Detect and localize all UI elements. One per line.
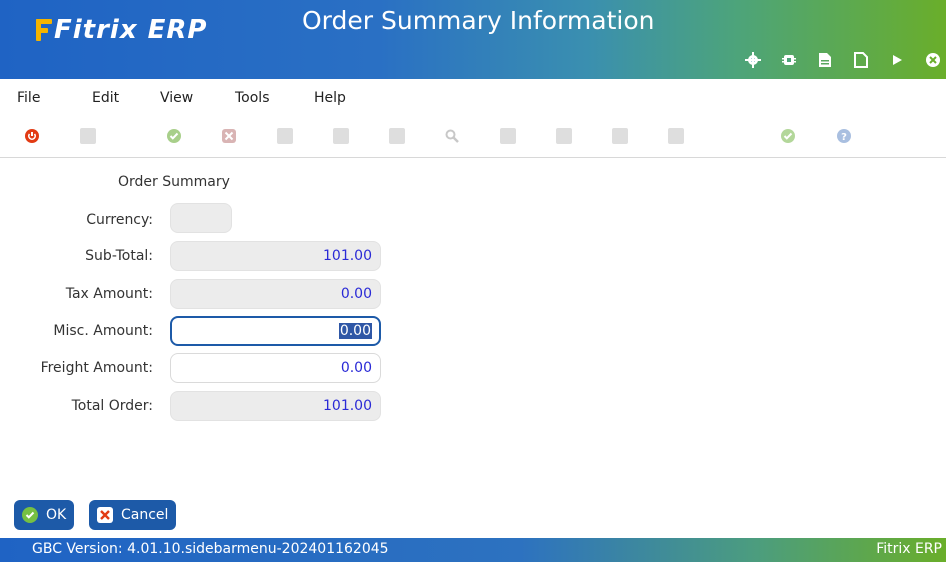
fitrix-logo: Fitrix ERP [36,10,207,50]
pages-icon[interactable] [333,128,349,144]
close-circle-icon[interactable] [920,47,946,73]
check-icon [22,507,38,523]
gbc-version: GBC Version: 4.01.10.sidebarmenu-2024011… [32,541,389,557]
cpu-icon[interactable] [776,47,802,73]
misc-amount-value: 0.00 [338,323,372,339]
svg-text:?: ? [841,132,847,143]
cancel-x-icon [97,507,113,523]
misc-amount-field[interactable]: 0.00 [170,316,381,346]
page-icon[interactable] [277,128,293,144]
gear-icon[interactable] [740,47,766,73]
check-icon[interactable] [780,128,796,144]
status-bar: GBC Version: 4.01.10.sidebarmenu-2024011… [0,538,946,562]
total-order-label: Total Order: [71,398,153,414]
menu-help[interactable]: Help [314,90,346,106]
menu-tools[interactable]: Tools [235,90,270,106]
document-icon[interactable] [812,47,838,73]
currency-label: Currency: [86,212,153,228]
help-icon[interactable]: ? [836,128,852,144]
accept-icon[interactable] [166,128,182,144]
power-icon[interactable] [24,128,40,144]
search-icon[interactable] [444,128,460,144]
menu-file[interactable]: File [17,90,40,106]
menu-bar: File Edit View Tools Help [0,79,946,117]
window-title: Order Summary Information [302,6,655,35]
ok-button-label: OK [46,507,67,523]
total-order-field: 101.00 [170,391,381,421]
misc-amount-label: Misc. Amount: [53,323,153,339]
new-page-icon[interactable] [848,47,874,73]
subtotal-field: 101.00 [170,241,381,271]
logo-text: Fitrix [54,15,138,45]
calendar-icon[interactable] [500,128,516,144]
logo-suffix: ERP [147,15,208,45]
grid-icon[interactable] [389,128,405,144]
cancel-button-label: Cancel [121,507,169,523]
play-icon[interactable] [884,47,910,73]
dialog-buttons: OK Cancel [0,496,946,536]
menu-edit[interactable]: Edit [92,90,119,106]
section-title: Order Summary [118,174,230,190]
logo-mark-icon [36,17,52,43]
app-header: Fitrix ERP Order Summary Information [0,0,946,79]
calendar2-icon[interactable] [668,128,684,144]
ok-button[interactable]: OK [14,500,75,530]
freight-amount-field[interactable]: 0.00 [170,353,381,383]
attach-icon[interactable] [556,128,572,144]
tax-amount-label: Tax Amount: [65,286,153,302]
toolbar: ? [0,117,946,158]
status-brand: Fitrix ERP [876,541,942,557]
cancel-icon[interactable] [221,128,237,144]
freight-amount-label: Freight Amount: [40,360,153,376]
tax-amount-field: 0.00 [170,279,381,309]
cancel-button[interactable]: Cancel [89,500,177,530]
menu-view[interactable]: View [160,90,193,106]
currency-field [170,203,232,233]
order-summary-form: Order Summary Currency: Sub-Total: 101.0… [0,160,946,482]
copy-icon[interactable] [80,128,96,144]
subtotal-label: Sub-Total: [85,248,153,264]
header-actions [730,46,946,74]
note-icon[interactable] [612,128,628,144]
